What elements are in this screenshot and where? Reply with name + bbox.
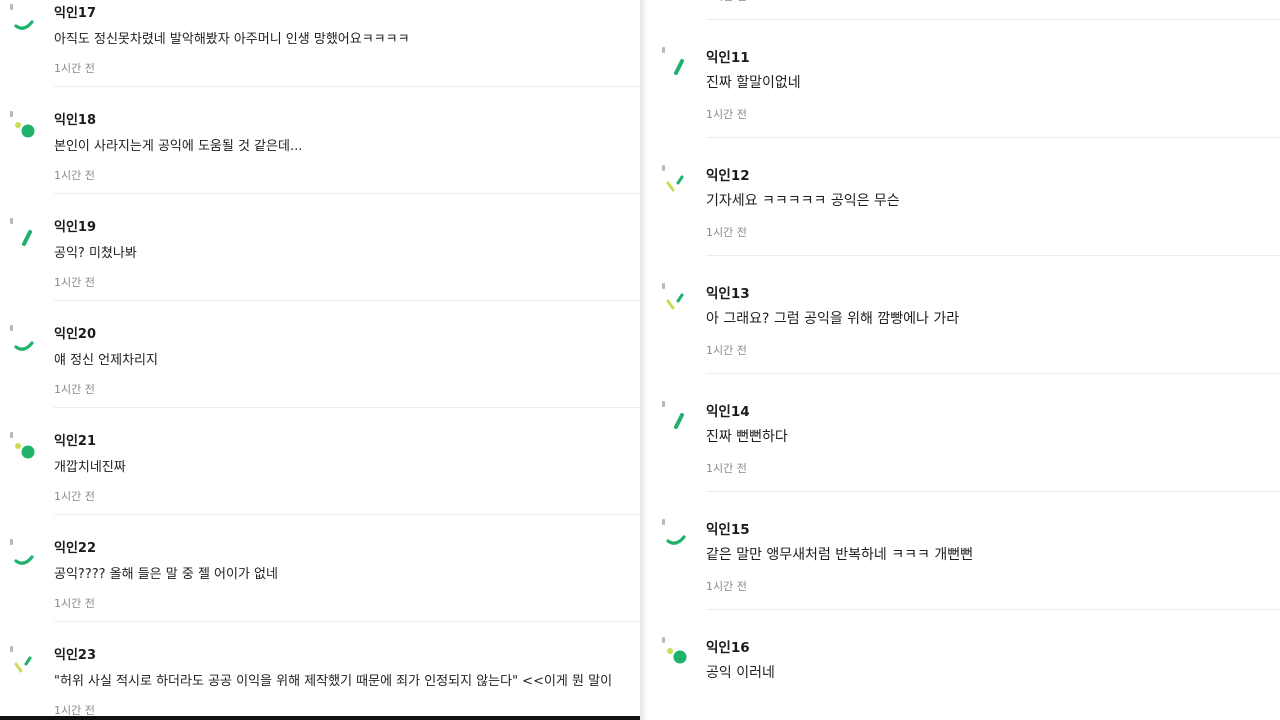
comment-item: 익인22 공익???? 올해 들은 말 중 젤 어이가 없네 1시간 전 <box>0 531 640 638</box>
comment-timestamp: 1시간 전 <box>706 226 747 239</box>
comment-item: 익인15 같은 말만 앵무새처럼 반복하네 ㅋㅋㅋ 개뻔뻔 1시간 전 <box>640 511 1280 629</box>
comment-text: 아 그래요? 그럼 공익을 위해 깜빵에나 가라 <box>706 311 960 327</box>
comment-item: 아직도 정신 못 차렸네1시간 전 <box>640 0 1280 39</box>
comment-text: 공익 이러네 <box>706 665 775 681</box>
comment-divider <box>54 514 640 515</box>
avatar-icon[interactable] <box>8 111 44 147</box>
comment-item: 익인20 얘 정신 언제차리지 1시간 전 <box>0 317 640 424</box>
avatar-icon[interactable] <box>660 637 696 673</box>
commenter-name[interactable]: 익인12 <box>706 164 750 184</box>
avatar-icon[interactable] <box>660 519 696 555</box>
commenter-name[interactable]: 익인15 <box>706 518 750 538</box>
comment-item: 익인12 기자세요 ㅋㅋㅋㅋㅋ 공익은 무슨 1시간 전 <box>640 157 1280 275</box>
avatar-icon[interactable] <box>660 47 696 83</box>
comment-timestamp: 1시간 전 <box>706 344 747 357</box>
commenter-name[interactable]: 익인14 <box>706 400 750 420</box>
comment-text: 얘 정신 언제차리지 <box>54 353 158 368</box>
avatar-icon[interactable] <box>8 218 44 254</box>
comment-divider <box>54 193 640 194</box>
comment-item: 익인17 아직도 정신못차렸네 발악해봤자 아주머니 인생 망했어요ㅋㅋㅋㅋ 1시간… <box>0 0 640 103</box>
commenter-name[interactable]: 익인20 <box>54 323 96 342</box>
comment-divider <box>706 19 1280 20</box>
commenter-name[interactable]: 익인11 <box>706 46 750 66</box>
comment-item: 익인16 공익 이러네 <box>640 629 1280 720</box>
comment-timestamp: 1시간 전 <box>54 383 95 396</box>
comment-divider <box>54 621 640 622</box>
avatar-icon[interactable] <box>8 4 44 40</box>
comment-text: 개깝치네진짜 <box>54 460 126 475</box>
comment-item: 익인14 진짜 뻔뻔하다 1시간 전 <box>640 393 1280 511</box>
avatar-icon[interactable] <box>8 325 44 361</box>
comment-divider <box>706 491 1280 492</box>
comment-timestamp: 1시간 전 <box>54 169 95 182</box>
comment-timestamp: 1시간 전 <box>706 580 747 593</box>
comment-item: 익인18 본인이 사라지는게 공익에 도움될 것 같은데... 1시간 전 <box>0 103 640 210</box>
comment-item: 익인21 개깝치네진짜 1시간 전 <box>0 424 640 531</box>
comment-item: 익인11 진짜 할말이없네 1시간 전 <box>640 39 1280 157</box>
comment-text: 진짜 할말이없네 <box>706 75 801 91</box>
comment-timestamp: 1시간 전 <box>706 108 747 121</box>
commenter-name[interactable]: 익인13 <box>706 282 750 302</box>
comment-list: 아직도 정신 못 차렸네1시간 전익인11진짜 할말이없네1시간 전익인12기자… <box>640 0 1280 720</box>
comment-timestamp: 1시간 전 <box>54 597 95 610</box>
comment-item: 익인13 아 그래요? 그럼 공익을 위해 깜빵에나 가라 1시간 전 <box>640 275 1280 393</box>
avatar-icon[interactable] <box>8 432 44 468</box>
comment-text: 공익? 미쳤나봐 <box>54 246 137 261</box>
pane-bottom-edge <box>0 716 640 720</box>
comment-text: 기자세요 ㅋㅋㅋㅋㅋ 공익은 무슨 <box>706 193 900 209</box>
commenter-name[interactable]: 익인16 <box>706 636 750 656</box>
comment-divider <box>706 255 1280 256</box>
comment-item: 익인19 공익? 미쳤나봐 1시간 전 <box>0 210 640 317</box>
commenter-name[interactable]: 익인19 <box>54 216 96 235</box>
comment-item: 익인23 "허위 사실 적시로 하더라도 공공 이익을 위해 제작했기 때문에 죄… <box>0 638 640 720</box>
avatar-icon[interactable] <box>8 646 44 682</box>
comment-timestamp: 1시간 전 <box>54 276 95 289</box>
comment-text: 본인이 사라지는게 공익에 도움될 것 같은데... <box>54 139 303 154</box>
comment-text: 진짜 뻔뻔하다 <box>706 429 788 445</box>
left-comment-pane: 익인17 아직도 정신못차렸네 발악해봤자 아주머니 인생 망했어요ㅋㅋㅋㅋ 1시간… <box>0 0 640 720</box>
right-comment-pane: 아직도 정신 못 차렸네1시간 전익인11진짜 할말이없네1시간 전익인12기자… <box>640 0 1280 720</box>
comment-timestamp: 1시간 전 <box>54 490 95 503</box>
avatar-icon[interactable] <box>660 283 696 319</box>
commenter-name[interactable]: 익인21 <box>54 430 96 449</box>
avatar-icon[interactable] <box>660 165 696 201</box>
commenter-name[interactable]: 익인22 <box>54 537 96 556</box>
comment-timestamp: 1시간 전 <box>54 62 95 75</box>
comment-timestamp: 1시간 전 <box>706 0 747 4</box>
commenter-name[interactable]: 익인18 <box>54 109 96 128</box>
comment-divider <box>706 609 1280 610</box>
comment-text: 같은 말만 앵무새처럼 반복하네 ㅋㅋㅋ 개뻔뻔 <box>706 547 973 563</box>
comment-divider <box>54 86 640 87</box>
comment-divider <box>54 407 640 408</box>
comment-divider <box>706 373 1280 374</box>
avatar-icon[interactable] <box>660 401 696 437</box>
comment-divider <box>706 137 1280 138</box>
comment-timestamp: 1시간 전 <box>706 462 747 475</box>
comment-divider <box>54 300 640 301</box>
commenter-name[interactable]: 익인23 <box>54 644 96 663</box>
commenter-name[interactable]: 익인17 <box>54 2 96 21</box>
comment-list: 익인17 아직도 정신못차렸네 발악해봤자 아주머니 인생 망했어요ㅋㅋㅋㅋ 1시간… <box>0 0 640 720</box>
comment-text: 공익???? 올해 들은 말 중 젤 어이가 없네 <box>54 567 278 582</box>
comment-text: "허위 사실 적시로 하더라도 공공 이익을 위해 제작했기 때문에 죄가 인정… <box>54 674 613 689</box>
avatar-icon[interactable] <box>8 539 44 575</box>
comment-text: 아직도 정신못차렸네 발악해봤자 아주머니 인생 망했어요ㅋㅋㅋㅋ <box>54 32 410 47</box>
